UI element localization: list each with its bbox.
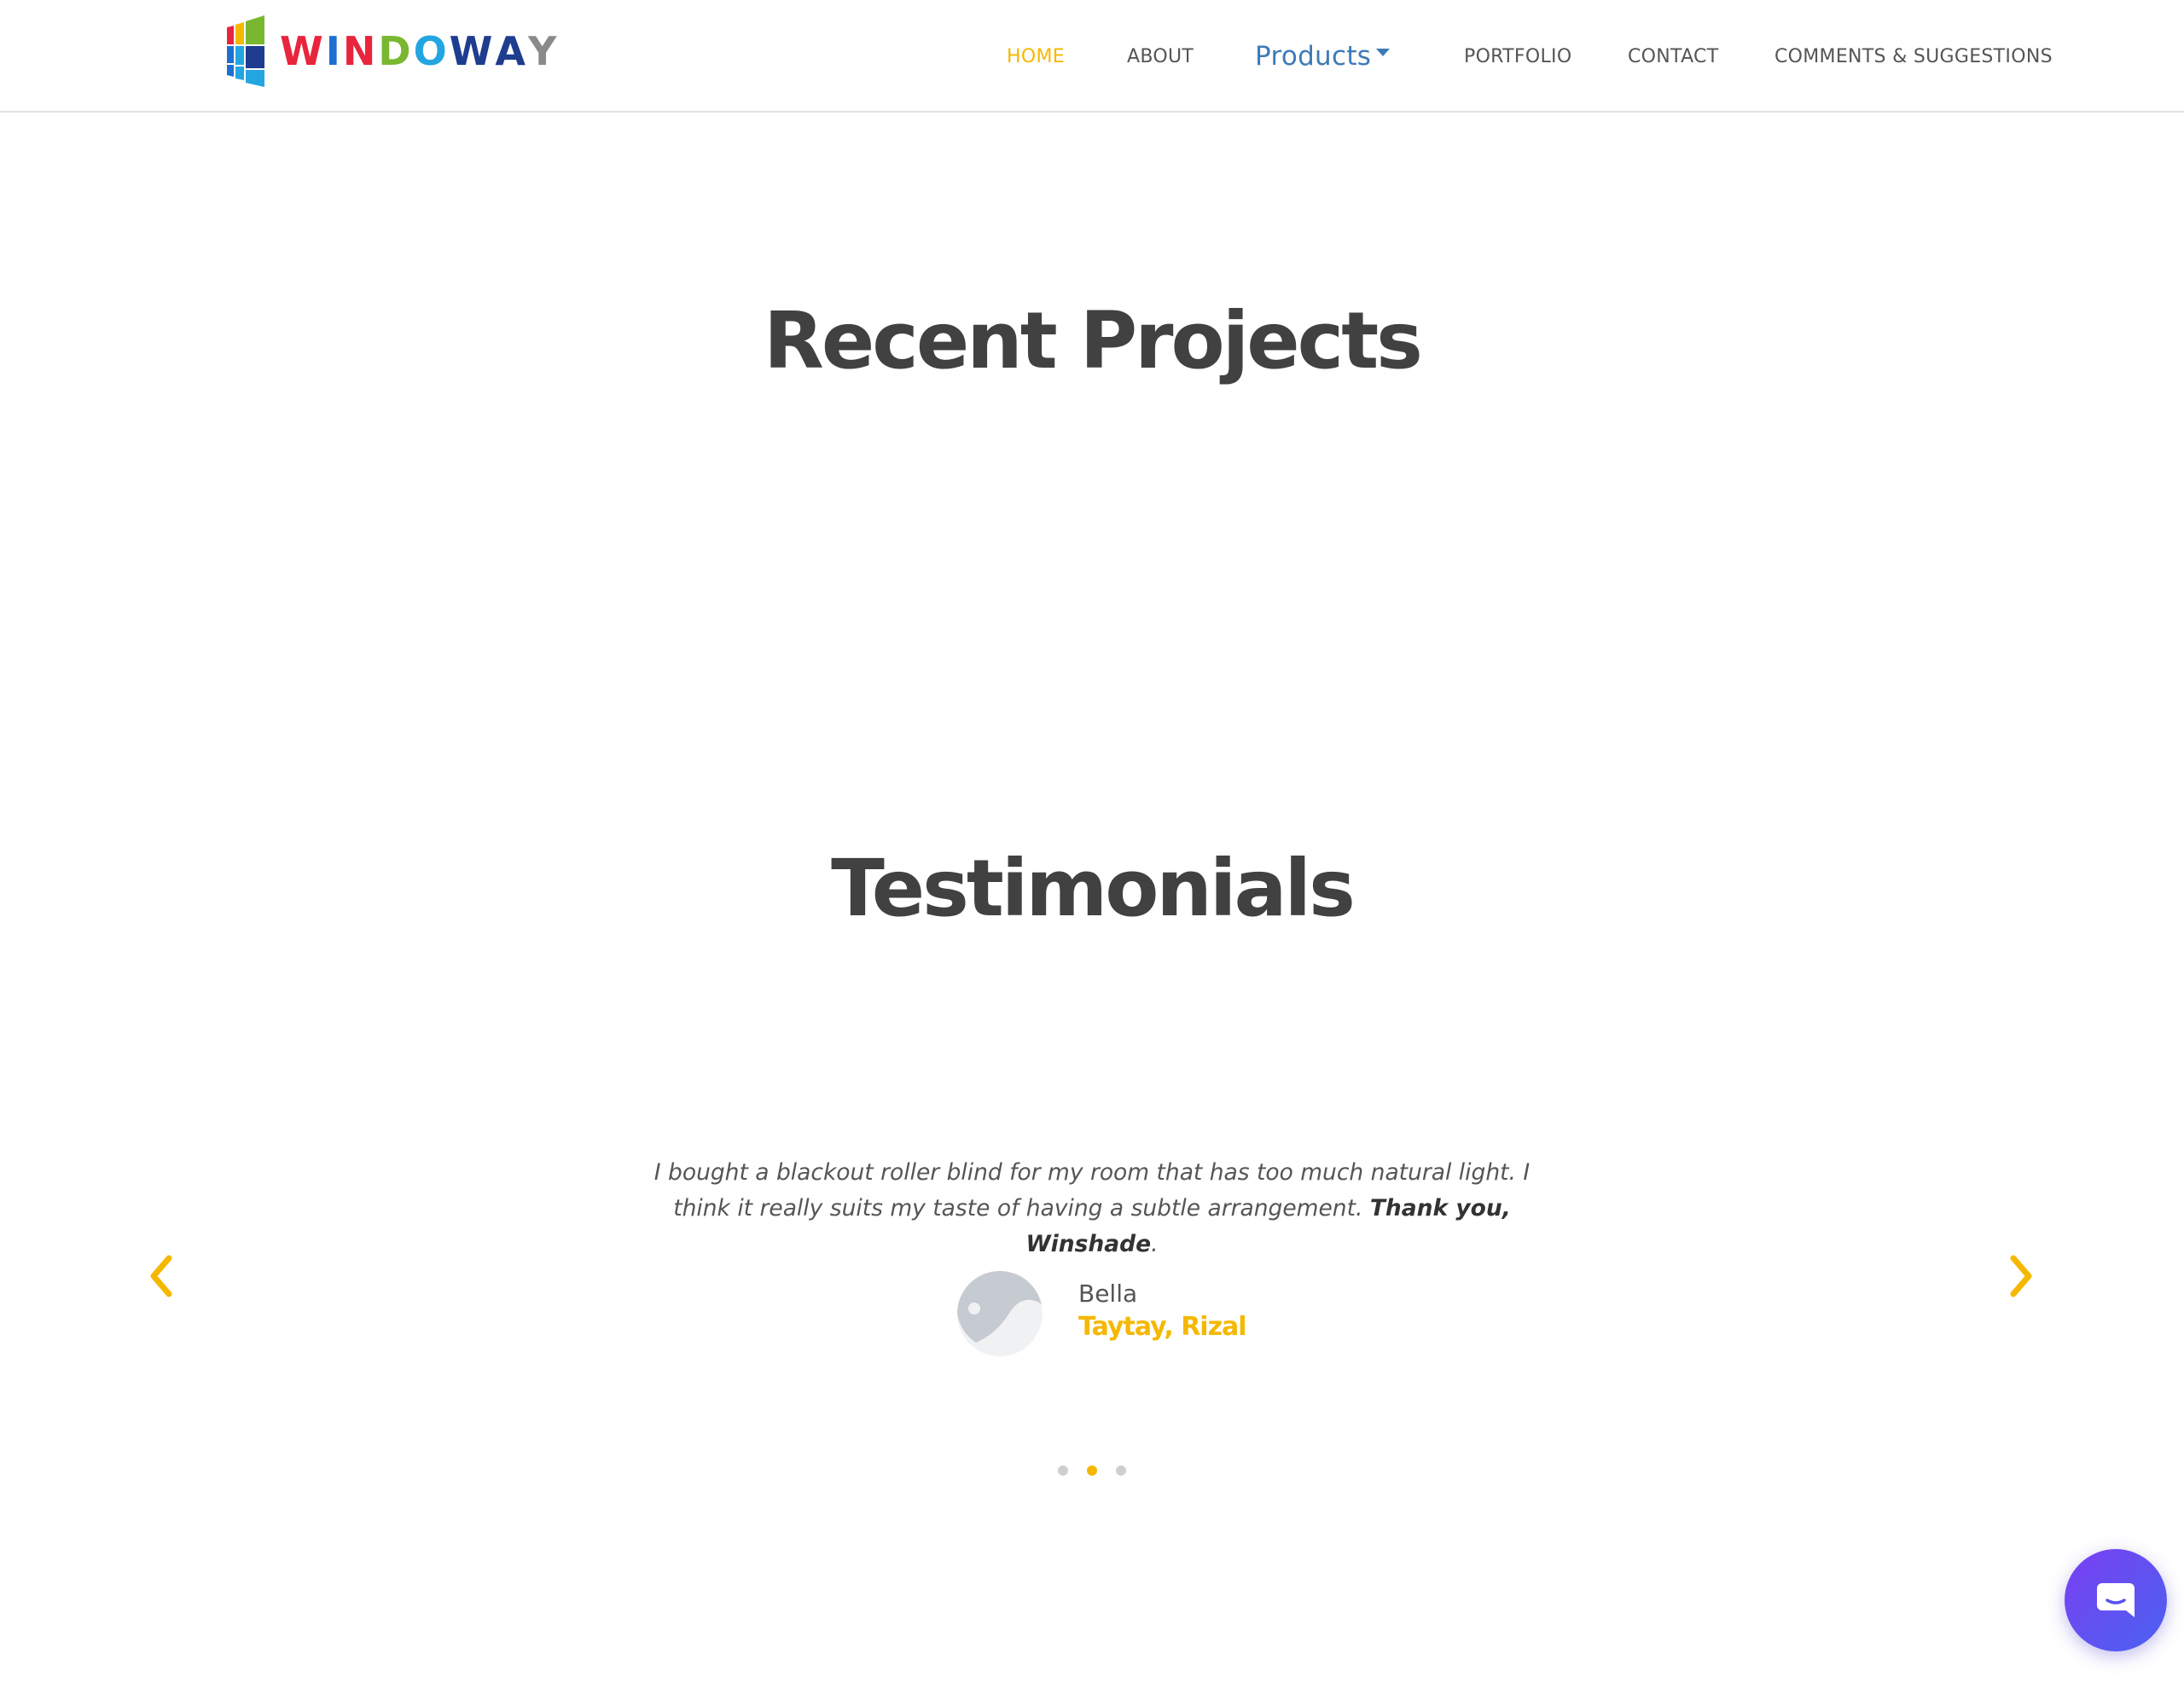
chevron-right-icon (2010, 1255, 2032, 1297)
carousel-next-button[interactable] (2000, 1250, 2042, 1302)
nav-home[interactable]: HOME (1007, 0, 1065, 113)
nav-contact[interactable]: CONTACT (1628, 0, 1718, 113)
chat-launcher-button[interactable] (2065, 1549, 2167, 1651)
chevron-left-icon (150, 1255, 172, 1297)
nav-comments-suggestions[interactable]: COMMENTS & SUGGESTIONS (1774, 0, 2053, 113)
testimonial-avatar (957, 1271, 1043, 1356)
nav-portfolio[interactable]: PORTFOLIO (1464, 0, 1571, 113)
carousel-dot[interactable] (1058, 1465, 1068, 1476)
recent-projects-heading: Recent Projects (764, 295, 1423, 386)
carousel-indicators (0, 1465, 2184, 1476)
avatar-placeholder-icon (957, 1271, 1043, 1356)
carousel-prev-button[interactable] (140, 1250, 183, 1302)
carousel-dot[interactable] (1116, 1465, 1126, 1476)
testimonial-quote: I bought a blackout roller blind for my … (623, 1155, 1561, 1262)
main-nav: HOME ABOUT Products PORTFOLIO CONTACT CO… (0, 0, 2184, 113)
nav-products-dropdown[interactable]: Products (1255, 0, 1391, 113)
chat-bubble-icon (2097, 1583, 2135, 1617)
testimonial-quote-end: . (1151, 1231, 1159, 1257)
testimonial-author-name: Bella (1078, 1280, 1138, 1308)
site-header: WINDOWAY HOME ABOUT Products PORTFOLIO C… (0, 0, 2184, 113)
nav-about[interactable]: ABOUT (1127, 0, 1194, 113)
caret-down-icon (1376, 48, 1391, 56)
testimonials-heading: Testimonials (831, 843, 1356, 934)
testimonial-author-location: Taytay, Rizal (1078, 1312, 1247, 1342)
nav-products-label: Products (1255, 41, 1372, 72)
carousel-dot[interactable] (1087, 1465, 1097, 1476)
